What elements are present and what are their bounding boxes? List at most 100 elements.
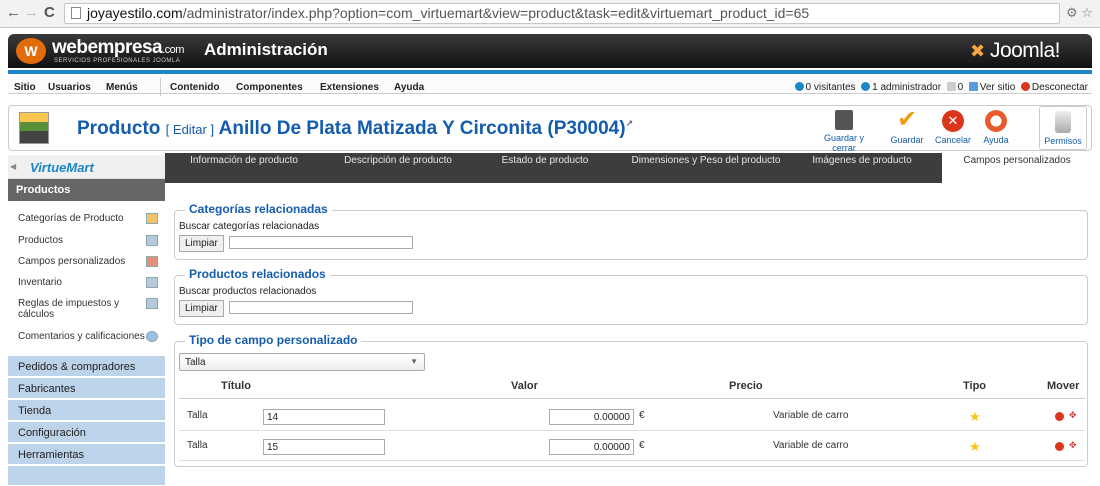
related-products-search-input[interactable] xyxy=(229,301,413,314)
logout-icon xyxy=(1020,82,1030,91)
sidebar-category-fabricantes[interactable]: Fabricantes xyxy=(8,378,165,399)
product-icon xyxy=(19,112,49,144)
bookmark-star-icon[interactable]: ☆ xyxy=(1081,5,1093,20)
view-site-link[interactable]: Ver sitio xyxy=(980,82,1016,93)
value-input[interactable]: 15 xyxy=(263,439,385,455)
sidebar-category-pedidos[interactable]: Pedidos & compradores xyxy=(8,356,165,377)
menu-item-ayuda[interactable]: Ayuda xyxy=(394,82,424,93)
help-button[interactable]: Ayuda xyxy=(979,110,1013,145)
menu-item-menus[interactable]: Menús xyxy=(106,82,138,93)
related-categories-legend: Categorías relacionadas xyxy=(185,202,332,216)
messages-count: 0 xyxy=(957,82,964,93)
related-products-fieldset: Productos relacionados Buscar productos … xyxy=(174,267,1088,325)
clear-categories-button[interactable]: Limpiar xyxy=(179,235,224,252)
tab-dimensiones[interactable]: Dimensiones y Peso del producto xyxy=(631,156,781,166)
tab-estado[interactable]: Estado de producto xyxy=(485,156,605,166)
tab-descripcion[interactable]: Descripción de producto xyxy=(331,156,465,166)
sidebar-section-productos[interactable]: Productos xyxy=(8,179,165,201)
sidebar-item-categorias[interactable]: Categorías de Producto xyxy=(18,213,158,224)
custom-field-legend: Tipo de campo personalizado xyxy=(185,333,362,347)
tab-campos-personalizados[interactable]: Campos personalizados xyxy=(942,153,1092,183)
currency-symbol: € xyxy=(639,440,645,451)
delete-icon[interactable] xyxy=(1055,412,1064,421)
save-button[interactable]: ✔ Guardar xyxy=(887,106,927,146)
status-bar: 0 visitantes 1 administrador 0 Ver sitio… xyxy=(794,82,1088,93)
related-products-label: Buscar productos relacionados xyxy=(179,286,317,297)
related-categories-fieldset: Categorías relacionadas Buscar categoría… xyxy=(174,202,1088,260)
row-type: Variable de carro xyxy=(773,440,849,451)
related-categories-label: Buscar categorías relacionadas xyxy=(179,221,320,232)
sidebar-item-inventario[interactable]: Inventario xyxy=(18,277,158,288)
menu-divider xyxy=(160,78,161,96)
value-input[interactable]: 14 xyxy=(263,409,385,425)
star-icon[interactable]: ★ xyxy=(969,439,981,455)
column-header-valor: Valor xyxy=(511,380,538,392)
menu-item-componentes[interactable]: Componentes xyxy=(236,82,303,93)
visitors-count: 0 visitantes xyxy=(805,82,856,93)
custom-fields-icon xyxy=(146,256,158,267)
delete-icon[interactable] xyxy=(1055,442,1064,451)
related-categories-search-input[interactable] xyxy=(229,236,413,249)
virtuemart-brand: VirtueMart xyxy=(30,160,94,175)
move-handle-icon[interactable]: ✥ xyxy=(1069,410,1077,421)
star-icon[interactable]: ★ xyxy=(969,409,981,425)
column-header-titulo: Título xyxy=(221,380,251,392)
sidebar-category-herramientas[interactable]: Herramientas xyxy=(8,444,165,465)
custom-field-type-select[interactable]: Talla ▼ xyxy=(179,353,425,371)
sidebar-category-tienda[interactable]: Tienda xyxy=(8,400,165,421)
browser-bar: ← → C joyayestilo.com/administrator/inde… xyxy=(0,0,1100,28)
sidebar-category-filler xyxy=(8,466,165,486)
menu-item-usuarios[interactable]: Usuarios xyxy=(48,82,91,93)
price-input[interactable]: 0.00000 xyxy=(549,409,634,425)
move-handle-icon[interactable]: ✥ xyxy=(1069,440,1077,451)
product-tabs: Información de producto Descripción de p… xyxy=(165,153,1092,183)
save-icon xyxy=(835,110,853,130)
logo-subtitle: SERVICIOS PROFESIONALES JOOMLA xyxy=(54,58,181,64)
sidebar: ◀ VirtueMart Productos Categorías de Pro… xyxy=(8,155,165,486)
visitors-icon xyxy=(794,82,804,91)
related-products-legend: Productos relacionados xyxy=(185,267,330,281)
save-close-button[interactable]: Guardar y cerrar xyxy=(811,110,877,153)
joomla-logo-icon: ✖ xyxy=(970,41,985,61)
cancel-icon: ✕ xyxy=(942,110,964,132)
address-bar[interactable]: joyayestilo.com/administrator/index.php?… xyxy=(64,3,1060,24)
external-link-icon: ↗ xyxy=(625,118,634,129)
tax-rules-icon xyxy=(146,298,158,309)
permissions-button[interactable]: Permisos xyxy=(1039,106,1087,150)
logout-link[interactable]: Desconectar xyxy=(1032,82,1088,93)
menu-item-contenido[interactable]: Contenido xyxy=(170,82,219,93)
menu-item-extensiones[interactable]: Extensiones xyxy=(320,82,379,93)
back-icon[interactable]: ← xyxy=(6,4,21,21)
clear-products-button[interactable]: Limpiar xyxy=(179,300,224,317)
tab-informacion[interactable]: Información de producto xyxy=(179,156,309,166)
page-title: Producto [ Editar ] Anillo De Plata Mati… xyxy=(77,118,634,139)
column-header-tipo: Tipo xyxy=(963,380,987,392)
product-name: Anillo De Plata Matizada Y Circonita (P3… xyxy=(218,118,626,139)
admins-icon xyxy=(861,82,871,91)
collapse-sidebar-icon[interactable]: ◀ xyxy=(10,162,16,171)
admin-title: Administración xyxy=(204,40,328,59)
sidebar-item-comentarios[interactable]: Comentarios y calificaciones xyxy=(18,331,158,342)
cancel-button[interactable]: ✕ Cancelar xyxy=(931,110,975,145)
tab-imagenes[interactable]: Imágenes de producto xyxy=(797,156,927,166)
column-header-mover: Mover xyxy=(1047,380,1080,392)
price-input[interactable]: 0.00000 xyxy=(549,439,634,455)
admin-header: W webempresa.com SERVICIOS PROFESIONALES… xyxy=(8,34,1092,68)
check-icon: ✔ xyxy=(896,106,918,133)
webempresa-logo-icon: W xyxy=(16,38,46,64)
row-type: Variable de carro xyxy=(773,410,849,421)
column-header-precio: Precio xyxy=(729,380,763,392)
sidebar-item-productos[interactable]: Productos xyxy=(18,235,158,246)
page-icon xyxy=(71,7,81,19)
products-icon xyxy=(146,235,158,246)
extension-icon[interactable]: ⚙ xyxy=(1066,5,1078,20)
toolbar: Producto [ Editar ] Anillo De Plata Mati… xyxy=(8,105,1092,153)
sidebar-item-campos[interactable]: Campos personalizados xyxy=(18,256,158,267)
table-row: Talla 15 0.00000 € Variable de carro ★ ✥ xyxy=(179,433,1085,461)
menu-item-sitio[interactable]: Sitio xyxy=(14,82,36,93)
sidebar-item-reglas[interactable]: Reglas de impuestos y cálculos xyxy=(18,298,158,320)
inventory-icon xyxy=(146,277,158,288)
forward-icon[interactable]: → xyxy=(24,4,39,21)
sidebar-category-configuracion[interactable]: Configuración xyxy=(8,422,165,443)
reload-icon[interactable]: C xyxy=(44,4,55,21)
